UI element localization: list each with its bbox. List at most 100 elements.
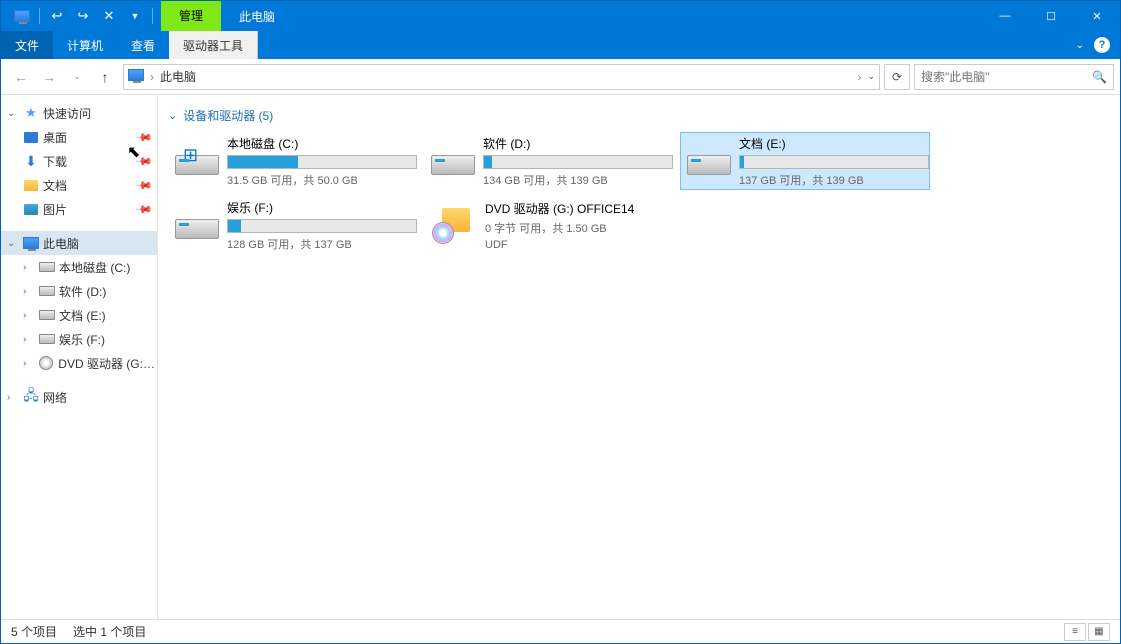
group-header[interactable]: ⌄ 设备和驱动器 (5) [168, 107, 1110, 124]
help-icon[interactable]: ? [1094, 37, 1110, 53]
group-header-label: 设备和驱动器 (5) [183, 107, 273, 124]
sidebar-item-label: 快速访问 [43, 105, 91, 122]
sidebar-item-documents[interactable]: 文档 📌 [1, 173, 157, 197]
qat-delete-icon[interactable]: ✕ [98, 5, 120, 27]
chevron-right-icon[interactable]: › [23, 358, 35, 369]
maximize-button[interactable]: ☐ [1028, 1, 1074, 31]
search-input[interactable] [921, 70, 1092, 84]
sidebar-item-drive-f[interactable]: › 娱乐 (F:) [1, 327, 157, 351]
search-box[interactable]: 🔍 [914, 64, 1114, 90]
ribbon-tabs: 文件 计算机 查看 驱动器工具 ⌄ ? [1, 31, 1120, 59]
statusbar: 5 个项目 选中 1 个项目 ≡ ▦ [1, 619, 1120, 643]
ribbon-tab-drive-tools[interactable]: 驱动器工具 [169, 31, 258, 59]
address-bar[interactable]: › 此电脑 › ⌄ [123, 64, 880, 90]
drive-icon [175, 203, 217, 247]
ribbon-tab-computer[interactable]: 计算机 [53, 31, 117, 59]
drive-icon [39, 334, 55, 344]
drive-usage-bar [483, 155, 673, 169]
sidebar-item-downloads[interactable]: ⬇ 下载 📌 [1, 149, 157, 173]
pin-icon: 📌 [135, 200, 154, 219]
qat-undo-icon[interactable]: ↩ [46, 5, 68, 27]
qat-redo-icon[interactable]: ↪ [72, 5, 94, 27]
drive-name: 文档 (E:) [739, 135, 929, 152]
nav-back-icon[interactable]: ← [7, 63, 35, 91]
ribbon-tab-file[interactable]: 文件 [1, 31, 53, 59]
sidebar-item-label: 网络 [43, 389, 67, 406]
chevron-down-icon[interactable]: ⌄ [7, 238, 19, 249]
sidebar-item-drive-g[interactable]: › DVD 驱动器 (G:) O [1, 351, 157, 375]
chevron-right-icon[interactable]: › [23, 262, 35, 273]
sidebar-item-drive-c[interactable]: › 本地磁盘 (C:) [1, 255, 157, 279]
close-button[interactable]: ✕ [1074, 1, 1120, 31]
view-tiles-button[interactable]: ▦ [1088, 623, 1110, 641]
drive-usage-bar [227, 155, 417, 169]
navbar: ← → ⌄ ↑ › 此电脑 › ⌄ ⟳ 🔍 [1, 59, 1120, 95]
sidebar-item-drive-e[interactable]: › 文档 (E:) [1, 303, 157, 327]
drive-tile[interactable]: ⊞ 本地磁盘 (C:) 31.5 GB 可用，共 50.0 GB [168, 132, 418, 190]
chevron-right-icon[interactable]: › [7, 392, 19, 403]
chevron-down-icon[interactable]: ⌄ [7, 108, 19, 119]
sidebar-network[interactable]: › 🖧 网络 [1, 385, 157, 409]
drive-status: 134 GB 可用，共 139 GB [483, 172, 673, 188]
sidebar-item-label: 文档 (E:) [59, 307, 106, 324]
nav-up-icon[interactable]: ↑ [91, 63, 119, 91]
view-details-button[interactable]: ≡ [1064, 623, 1086, 641]
drive-icon [431, 139, 473, 183]
pin-icon: 📌 [135, 152, 154, 171]
sidebar-item-label: 娱乐 (F:) [59, 331, 105, 348]
drive-tile[interactable]: 文档 (E:) 137 GB 可用，共 139 GB [680, 132, 930, 190]
status-count: 5 个项目 [11, 623, 57, 640]
sidebar-quick-access[interactable]: ⌄ ★ 快速访问 [1, 101, 157, 125]
drive-icon: ⊞ [175, 139, 217, 183]
breadcrumb[interactable]: 此电脑 [160, 68, 851, 85]
sidebar-item-label: 软件 (D:) [59, 283, 106, 300]
dvd-tile[interactable]: DVD 驱动器 (G:) OFFICE14 0 字节 可用，共 1.50 GB … [424, 196, 674, 254]
sidebar-item-label: 桌面 [43, 129, 67, 146]
pin-icon: 📌 [135, 128, 154, 147]
qat-dropdown-icon[interactable]: ▼ [124, 5, 146, 27]
drive-name: DVD 驱动器 (G:) OFFICE14 [485, 200, 667, 217]
drive-tile[interactable]: 娱乐 (F:) 128 GB 可用，共 137 GB [168, 196, 418, 254]
refresh-button[interactable]: ⟳ [884, 64, 910, 90]
drive-name: 本地磁盘 (C:) [227, 135, 417, 152]
sidebar-item-pictures[interactable]: 图片 📌 [1, 197, 157, 221]
chevron-right-icon[interactable]: › [23, 310, 35, 321]
dvd-icon [431, 203, 475, 247]
ribbon-expand-icon[interactable]: ⌄ [1076, 40, 1084, 51]
drive-usage-bar [739, 155, 929, 169]
drive-status: 128 GB 可用，共 137 GB [227, 236, 417, 252]
sidebar-this-pc[interactable]: ⌄ 此电脑 [1, 231, 157, 255]
sidebar: ⌄ ★ 快速访问 桌面 📌 ⬇ 下载 📌 文档 📌 图片 [1, 95, 158, 619]
drive-icon [39, 262, 55, 272]
drive-status: 31.5 GB 可用，共 50.0 GB [227, 172, 417, 188]
folder-icon [24, 180, 38, 191]
monitor-icon [23, 235, 39, 251]
ribbon-tab-view[interactable]: 查看 [117, 31, 169, 59]
minimize-button[interactable]: — [982, 1, 1028, 31]
sidebar-item-label: 此电脑 [43, 235, 79, 252]
drive-status: 0 字节 可用，共 1.50 GB [485, 220, 667, 236]
chevron-right-icon[interactable]: › [23, 286, 35, 297]
sidebar-item-drive-d[interactable]: › 软件 (D:) [1, 279, 157, 303]
sidebar-item-label: 文档 [43, 177, 67, 194]
sidebar-item-label: DVD 驱动器 (G:) O [58, 355, 157, 372]
nav-recent-icon[interactable]: ⌄ [63, 63, 91, 91]
sidebar-item-label: 图片 [43, 201, 67, 218]
pin-icon: 📌 [135, 176, 154, 195]
drive-name: 娱乐 (F:) [227, 199, 417, 216]
drive-icon [39, 286, 55, 296]
pictures-icon [24, 204, 38, 215]
sidebar-item-desktop[interactable]: 桌面 📌 [1, 125, 157, 149]
drive-tile[interactable]: 软件 (D:) 134 GB 可用，共 139 GB [424, 132, 674, 190]
address-dropdown-icon[interactable]: ⌄ [867, 71, 875, 82]
search-icon[interactable]: 🔍 [1092, 70, 1107, 84]
dvd-icon [39, 356, 53, 370]
chevron-down-icon[interactable]: ⌄ [168, 109, 177, 122]
chevron-right-icon[interactable]: › [23, 334, 35, 345]
app-icon[interactable] [11, 5, 33, 27]
address-icon [128, 69, 144, 85]
download-icon: ⬇ [23, 153, 39, 169]
nav-forward-icon[interactable]: → [35, 63, 63, 91]
drive-name: 软件 (D:) [483, 135, 673, 152]
drive-usage-bar [227, 219, 417, 233]
